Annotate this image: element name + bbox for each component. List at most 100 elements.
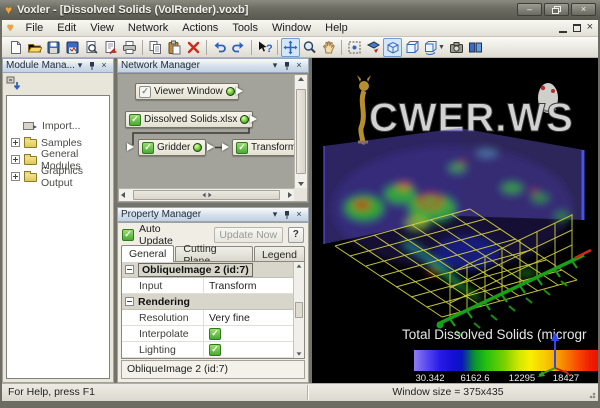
- delete-button[interactable]: [184, 38, 203, 57]
- output-arrow-icon[interactable]: [250, 115, 257, 123]
- node-checkbox[interactable]: [142, 142, 154, 154]
- output-port[interactable]: [193, 143, 202, 152]
- menu-edit[interactable]: Edit: [50, 21, 83, 35]
- panel-menu-icon[interactable]: ▾: [74, 60, 86, 71]
- scroll-up-icon[interactable]: [294, 264, 304, 268]
- paste-button[interactable]: [165, 38, 184, 57]
- print-preview-button[interactable]: [82, 38, 101, 57]
- network-horizontal-scrollbar[interactable]: [119, 188, 294, 201]
- node-checkbox[interactable]: [129, 114, 141, 126]
- group-row-rendering[interactable]: Rendering: [122, 294, 293, 310]
- new-button[interactable]: [6, 38, 25, 57]
- zoom-tool-button[interactable]: [300, 38, 319, 57]
- print-button[interactable]: [120, 38, 139, 57]
- pin-icon[interactable]: [281, 60, 293, 71]
- scroll-right-icon[interactable]: [288, 189, 292, 201]
- expand-plus-icon[interactable]: [11, 155, 20, 164]
- scroll-left-icon[interactable]: [121, 189, 125, 201]
- lighting-checkbox[interactable]: [209, 344, 221, 356]
- context-help-button[interactable]: ?: [255, 38, 274, 57]
- property-row-resolution[interactable]: Resolution Very fine: [122, 310, 293, 326]
- undo-button[interactable]: [210, 38, 229, 57]
- copy-button[interactable]: [146, 38, 165, 57]
- node-transform[interactable]: Transform: [232, 139, 294, 156]
- menu-file[interactable]: File: [19, 21, 51, 35]
- property-help-button[interactable]: ?: [288, 227, 304, 243]
- open-button[interactable]: [25, 38, 44, 57]
- move-tool-button[interactable]: [281, 38, 300, 57]
- node-checkbox[interactable]: [236, 142, 248, 154]
- property-value[interactable]: Transform: [204, 278, 293, 293]
- network-vertical-scrollbar[interactable]: [294, 75, 307, 188]
- menu-actions[interactable]: Actions: [175, 21, 225, 35]
- output-port[interactable]: [226, 87, 235, 96]
- export-button[interactable]: [63, 38, 82, 57]
- property-row-input[interactable]: Input Transform: [122, 278, 293, 294]
- scroll-up-icon[interactable]: [295, 77, 307, 81]
- expand-plus-icon[interactable]: [11, 138, 20, 147]
- split-view-button[interactable]: [466, 38, 485, 57]
- property-row-lighting[interactable]: Lighting: [122, 342, 293, 358]
- restore-button[interactable]: [544, 3, 569, 16]
- resize-grip[interactable]: [586, 389, 596, 399]
- scrollbar-thumb[interactable]: [295, 302, 303, 318]
- pan-tool-button[interactable]: [319, 38, 338, 57]
- collapse-minus-icon[interactable]: [125, 297, 134, 306]
- network-canvas[interactable]: Viewer Window Dissolved Solids.xlsx Grid…: [119, 75, 294, 188]
- panel-close-icon[interactable]: ×: [293, 209, 305, 220]
- tree-item-graphics-output[interactable]: Graphics Output: [7, 168, 109, 185]
- tab-general[interactable]: General: [121, 245, 174, 262]
- tab-cutting-plane[interactable]: Cutting Plane: [175, 246, 253, 262]
- node-dissolved-solids[interactable]: Dissolved Solids.xlsx: [125, 111, 253, 128]
- scrollbar-thumb[interactable]: [296, 89, 306, 174]
- panel-close-icon[interactable]: ×: [293, 60, 305, 71]
- menu-tools[interactable]: Tools: [225, 21, 265, 35]
- pin-icon[interactable]: [86, 60, 98, 71]
- view-iso-button[interactable]: [383, 38, 402, 57]
- mdi-restore-icon[interactable]: [573, 24, 581, 32]
- group-row-obliqueimage[interactable]: ObliqueImage 2 (id:7): [122, 262, 293, 278]
- menu-window[interactable]: Window: [265, 21, 318, 35]
- tab-legend[interactable]: Legend: [254, 246, 305, 262]
- export-image-button[interactable]: [101, 38, 120, 57]
- module-sort-button[interactable]: [6, 76, 23, 92]
- view-cube-button[interactable]: [402, 38, 421, 57]
- mdi-minimize-icon[interactable]: [559, 31, 567, 33]
- copy-image-button[interactable]: [447, 38, 466, 57]
- menu-view[interactable]: View: [83, 21, 121, 35]
- menu-help[interactable]: Help: [318, 21, 355, 35]
- input-arrow-icon[interactable]: [222, 143, 229, 151]
- menu-network[interactable]: Network: [121, 21, 175, 35]
- node-checkbox[interactable]: [139, 86, 151, 98]
- output-arrow-icon[interactable]: [207, 143, 214, 151]
- panel-menu-icon[interactable]: ▾: [269, 209, 281, 220]
- property-grid-scrollbar[interactable]: [293, 262, 304, 358]
- view-dropdown-icon[interactable]: ▼: [438, 44, 445, 51]
- pin-icon[interactable]: [281, 209, 293, 220]
- tree-item-import[interactable]: Import...: [7, 117, 109, 134]
- expand-plus-icon[interactable]: [11, 172, 20, 181]
- property-value[interactable]: Very fine: [204, 310, 293, 325]
- viewer-3d[interactable]: CWER.WS: [312, 58, 598, 383]
- property-row-interpolate[interactable]: Interpolate: [122, 326, 293, 342]
- node-viewer-window[interactable]: Viewer Window: [135, 83, 239, 100]
- auto-update-checkbox[interactable]: [122, 229, 134, 241]
- node-gridder[interactable]: Gridder: [138, 139, 206, 156]
- panel-menu-icon[interactable]: ▾: [269, 60, 281, 71]
- redo-button[interactable]: [229, 38, 248, 57]
- panel-close-icon[interactable]: ×: [98, 60, 110, 71]
- scroll-down-icon[interactable]: [295, 182, 307, 186]
- close-button[interactable]: ×: [571, 3, 596, 16]
- scroll-down-icon[interactable]: [294, 352, 304, 356]
- update-now-button[interactable]: Update Now: [214, 227, 283, 243]
- mdi-close-icon[interactable]: ×: [587, 22, 593, 33]
- zoom-extents-button[interactable]: [345, 38, 364, 57]
- save-button[interactable]: [44, 38, 63, 57]
- input-arrow-icon[interactable]: [127, 143, 134, 151]
- output-arrow-icon[interactable]: [236, 87, 243, 95]
- reset-orientation-button[interactable]: [364, 38, 383, 57]
- output-port[interactable]: [240, 115, 249, 124]
- scrollbar-thumb[interactable]: [133, 190, 280, 200]
- collapse-minus-icon[interactable]: [125, 265, 134, 274]
- minimize-button[interactable]: –: [517, 3, 542, 16]
